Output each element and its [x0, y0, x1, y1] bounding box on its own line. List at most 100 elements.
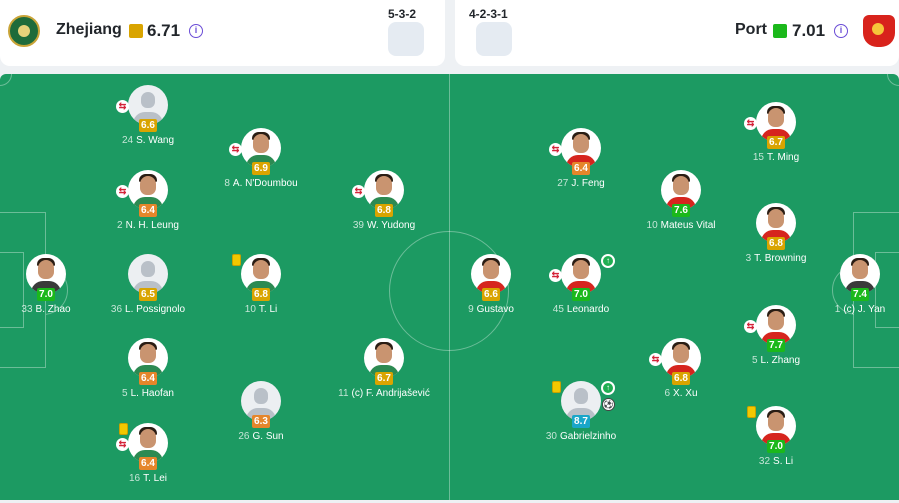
corner-arc-tr [887, 74, 899, 86]
player-name: (c) J. Yan [843, 304, 886, 315]
assist-icon: ↑ [601, 381, 615, 395]
substitution-icon: ⇆ [649, 353, 662, 366]
substitution-icon: ⇆ [116, 100, 129, 113]
player-number: 3 [745, 253, 752, 264]
away-team-rating: 7.01 [792, 21, 826, 40]
away-team-card[interactable]: 4-2-3-1 Port 7.01 i [455, 0, 899, 66]
player-p15[interactable]: 7.0 45 Leonardo ⇆ ↑ [516, 254, 646, 334]
player-number: 16 [128, 473, 141, 484]
substitution-icon: ⇆ [352, 185, 365, 198]
yellow-card-icon [232, 254, 241, 266]
player-name: L. Zhang [760, 355, 801, 366]
player-rating-badge: 7.0 [37, 288, 55, 301]
player-name-label: 15 T. Ming [711, 152, 841, 163]
player-number: 1 [834, 304, 841, 315]
substitution-icon: ⇆ [549, 143, 562, 156]
substitution-icon: ⇆ [116, 185, 129, 198]
substitution-icon: ⇆ [744, 117, 757, 130]
player-name: T. Li [258, 304, 278, 315]
player-p6[interactable]: 6.5 36 L. Possignolo [83, 254, 213, 334]
home-formation-button[interactable] [388, 22, 424, 56]
player-name-label: 16 T. Lei [83, 473, 213, 484]
substitution-icon: ⇆ [229, 143, 242, 156]
player-p8[interactable]: 6.4 5 L. Haofan [83, 338, 213, 418]
player-rating-badge: 7.6 [672, 204, 690, 217]
player-name: S. Li [773, 456, 794, 467]
away-team-name[interactable]: Port [735, 21, 767, 39]
info-icon[interactable]: i [834, 24, 848, 38]
player-number: 10 [646, 220, 658, 231]
player-p4[interactable]: 6.8 39 W. Yudong ⇆ [319, 170, 449, 250]
player-number: 15 [752, 152, 764, 163]
home-team-rating: 6.71 [147, 21, 181, 40]
player-number: 39 [352, 220, 364, 231]
info-icon[interactable]: i [189, 24, 203, 38]
substitution-icon: ⇆ [116, 438, 129, 451]
player-number: 8 [224, 178, 230, 189]
player-rating-badge: 8.7 [572, 415, 590, 428]
player-p1[interactable]: 6.6 24 S. Wang ⇆ [83, 85, 213, 165]
player-name-label: 32 S. Li [711, 456, 841, 467]
player-name: B. Zhao [35, 304, 71, 315]
player-name-label: 26 G. Sun [196, 431, 326, 442]
player-name: W. Yudong [366, 220, 416, 231]
player-name-label: 36 L. Possignolo [83, 304, 213, 315]
yellow-card-icon [552, 381, 561, 393]
player-rating-badge: 6.4 [139, 204, 157, 217]
player-name-label: 30 Gabrielzinho [516, 431, 646, 442]
player-p22[interactable]: 7.4 1 (c) J. Yan [795, 254, 899, 334]
player-number: 24 [121, 135, 134, 146]
player-name-label: 1 (c) J. Yan [795, 304, 899, 315]
player-number: 36 [110, 304, 123, 315]
player-name-label: 2 N. H. Leung [83, 220, 213, 231]
player-rating-badge: 6.6 [482, 288, 500, 301]
player-p11[interactable]: 6.4 16 T. Lei ⇆ [83, 423, 213, 503]
home-team-card[interactable]: Zhejiang 6.71 i 5-3-2 [0, 0, 445, 66]
player-p9[interactable]: 6.7 11 (c) F. Andrijašević [319, 338, 449, 418]
player-rating-badge: 6.5 [139, 288, 157, 301]
player-name: Gabrielzinho [559, 431, 617, 442]
player-rating-badge: 7.0 [572, 288, 590, 301]
player-name: X. Xu [673, 388, 698, 399]
home-team-name[interactable]: Zhejiang [56, 21, 122, 39]
player-rating-badge: 6.7 [767, 136, 785, 149]
player-p10[interactable]: 6.3 26 G. Sun [196, 381, 326, 461]
player-p21[interactable]: 7.0 32 S. Li [711, 406, 841, 486]
player-rating-badge: 6.8 [672, 372, 690, 385]
player-number: 33 [21, 304, 33, 315]
player-rating-badge: 6.4 [139, 457, 157, 470]
player-number: 27 [557, 178, 569, 189]
away-formation: 4-2-3-1 [469, 7, 508, 21]
substitution-icon: ⇆ [549, 269, 562, 282]
player-number: 10 [244, 304, 256, 315]
player-rating-badge: 6.4 [139, 372, 157, 385]
player-rating-badge: 6.8 [767, 237, 785, 250]
player-name-label: 8 A. N'Doumbou [196, 178, 326, 189]
substitution-icon: ⇆ [744, 320, 757, 333]
match-header: Zhejiang 6.71 i 5-3-2 4-2-3-1 Port 7.01 … [0, 0, 899, 70]
corner-arc-tl [0, 74, 12, 86]
away-rating-swatch [773, 24, 787, 38]
away-formation-button[interactable] [476, 22, 512, 56]
assist-icon: ↑ [601, 254, 615, 268]
player-p17[interactable]: 6.7 15 T. Ming ⇆ [711, 102, 841, 182]
player-name: J. Feng [571, 178, 605, 189]
player-rating-badge: 6.3 [252, 415, 270, 428]
player-number: 6 [664, 388, 671, 399]
player-number: 26 [238, 431, 250, 442]
player-name: T. Lei [143, 473, 168, 484]
player-number: 30 [545, 431, 557, 442]
player-name-label: 45 Leonardo [516, 304, 646, 315]
player-name: L. Possignolo [125, 304, 186, 315]
player-p3[interactable]: 6.4 2 N. H. Leung ⇆ [83, 170, 213, 250]
player-name-label: 11 (c) F. Andrijašević [319, 388, 449, 399]
player-name-label: 39 W. Yudong [319, 220, 449, 231]
home-formation: 5-3-2 [388, 7, 417, 21]
player-name-label: 5 L. Haofan [83, 388, 213, 399]
player-rating-badge: 6.4 [572, 162, 590, 175]
player-number: 5 [122, 388, 128, 399]
player-rating-badge: 7.7 [767, 339, 785, 352]
yellow-card-icon [747, 406, 756, 418]
player-p7[interactable]: 6.8 10 T. Li [196, 254, 326, 334]
player-p2[interactable]: 6.9 8 A. N'Doumbou ⇆ [196, 128, 326, 208]
